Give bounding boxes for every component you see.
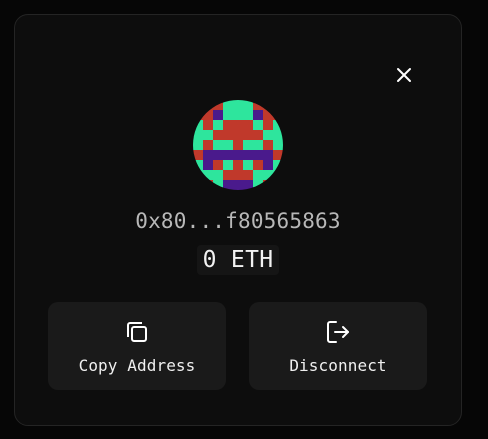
copy-address-button[interactable]: Copy Address [48,302,226,390]
copy-icon [123,318,151,346]
account-avatar [193,100,283,190]
balance-container: 0 ETH [15,245,461,275]
copy-address-label: Copy Address [78,355,196,375]
account-modal: 0x80...f80565863 0 ETH Copy Address Disc… [14,14,462,426]
disconnect-icon [324,318,352,346]
account-address: 0x80...f80565863 [135,209,341,233]
close-icon[interactable] [396,67,412,87]
disconnect-button[interactable]: Disconnect [249,302,427,390]
account-balance: 0 ETH [196,245,280,275]
disconnect-label: Disconnect [289,355,387,375]
identicon-avatar [193,100,283,190]
close-button[interactable] [390,63,418,91]
